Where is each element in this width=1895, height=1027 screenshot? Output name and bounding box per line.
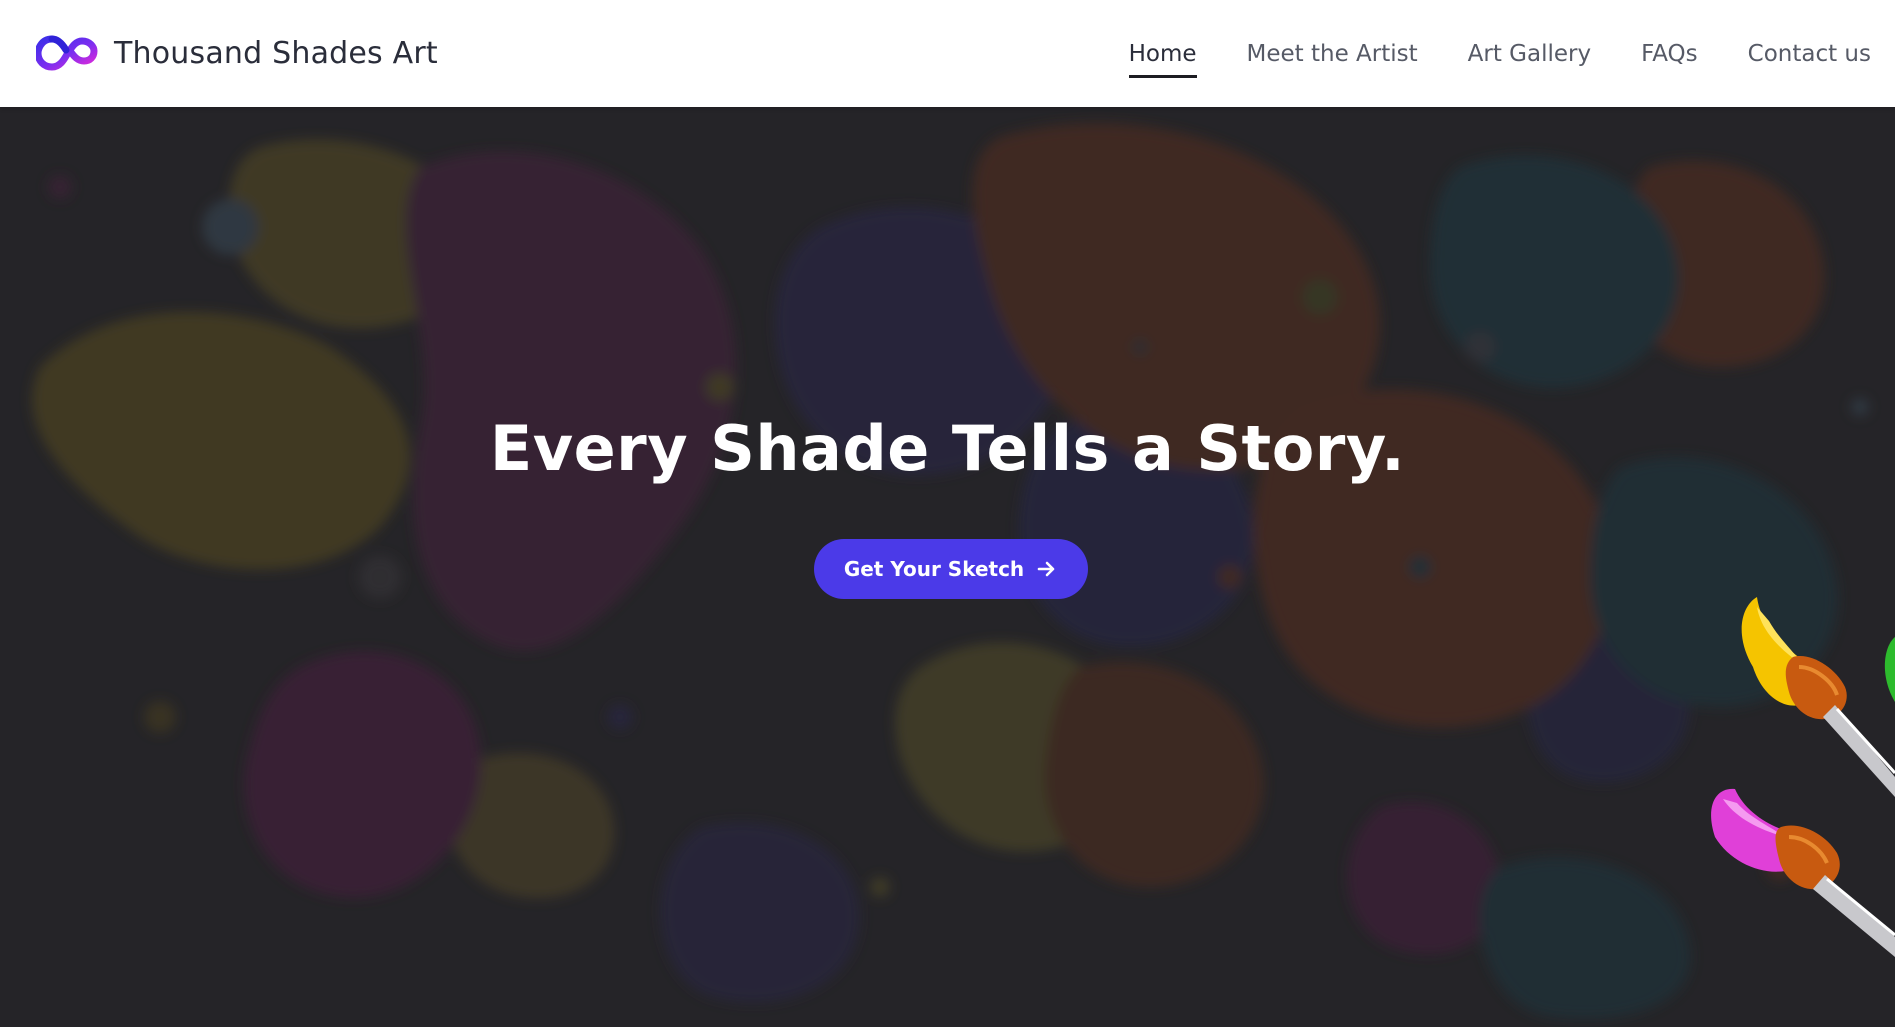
cta-label: Get Your Sketch	[843, 557, 1025, 581]
brand-link[interactable]: Thousand Shades Art	[34, 30, 438, 76]
nav-art-gallery[interactable]: Art Gallery	[1468, 33, 1591, 75]
nav-meet-the-artist[interactable]: Meet the Artist	[1247, 33, 1418, 75]
nav-faqs[interactable]: FAQs	[1641, 33, 1698, 75]
nav-contact-us[interactable]: Contact us	[1748, 33, 1871, 75]
hero-section: Every Shade Tells a Story. Get Your Sket…	[0, 107, 1895, 1027]
infinity-logo-icon	[34, 31, 98, 75]
paintbrushes-icon	[1711, 597, 1895, 957]
top-navbar: Thousand Shades Art Home Meet the Artist…	[0, 0, 1895, 107]
hero-title: Every Shade Tells a Story.	[489, 412, 1406, 485]
page: Thousand Shades Art Home Meet the Artist…	[0, 0, 1895, 1027]
main-nav: Home Meet the Artist Art Gallery FAQs Co…	[1079, 0, 1871, 107]
get-your-sketch-button[interactable]: Get Your Sketch	[814, 539, 1088, 599]
brand-name: Thousand Shades Art	[114, 35, 438, 71]
nav-home[interactable]: Home	[1128, 33, 1197, 78]
arrow-right-icon	[1036, 558, 1058, 580]
